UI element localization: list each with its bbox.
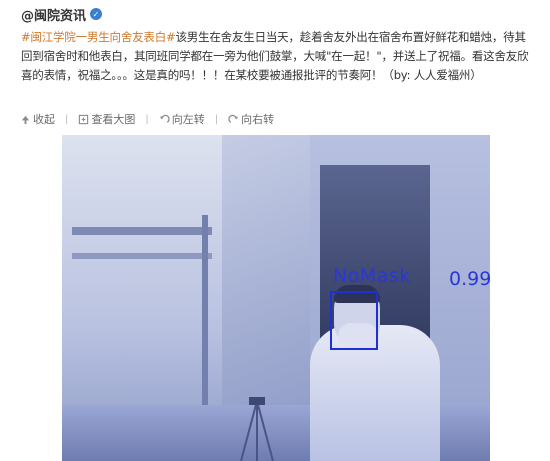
rotate-left-icon [159, 114, 170, 123]
magnify-icon [79, 114, 89, 124]
weibo-post: @闽院资讯 ✓ #闽江学院一男生向舍友表白#该男生在舍友生日当天，趁着舍友外出在… [0, 0, 550, 461]
collapse-button[interactable]: 收起 [20, 111, 55, 127]
image-actions: 收起 | 查看大图 | 向左转 | 向右转 [20, 111, 274, 127]
view-large-button[interactable]: 查看大图 [78, 111, 135, 127]
author-row: @闽院资讯 ✓ [21, 4, 103, 24]
verified-badge-icon: ✓ [90, 8, 103, 20]
topic-link[interactable]: #闽江学院一男生向舍友表白# [21, 30, 176, 44]
collapse-arrow-icon [21, 115, 30, 124]
view-large-label: 查看大图 [91, 113, 136, 126]
author-name[interactable]: @闽院资讯 [21, 5, 86, 24]
collapse-label: 收起 [33, 113, 55, 126]
rotate-right-label: 向右转 [241, 113, 275, 126]
rotate-left-button[interactable]: 向左转 [159, 111, 205, 127]
post-photo[interactable] [62, 135, 490, 461]
rotate-left-label: 向左转 [171, 113, 205, 126]
rotate-right-button[interactable]: 向右转 [228, 111, 274, 127]
tripod-shape [240, 397, 274, 461]
detection-label: NoMask [333, 265, 411, 287]
post-content: #闽江学院一男生向舍友表白#该男生在舍友生日当天，趁着舍友外出在宿舍布置好鲜花和… [21, 28, 533, 85]
detection-score: 0.99 [449, 268, 492, 290]
rotate-right-icon [228, 114, 239, 123]
face-detection-box [330, 291, 378, 350]
